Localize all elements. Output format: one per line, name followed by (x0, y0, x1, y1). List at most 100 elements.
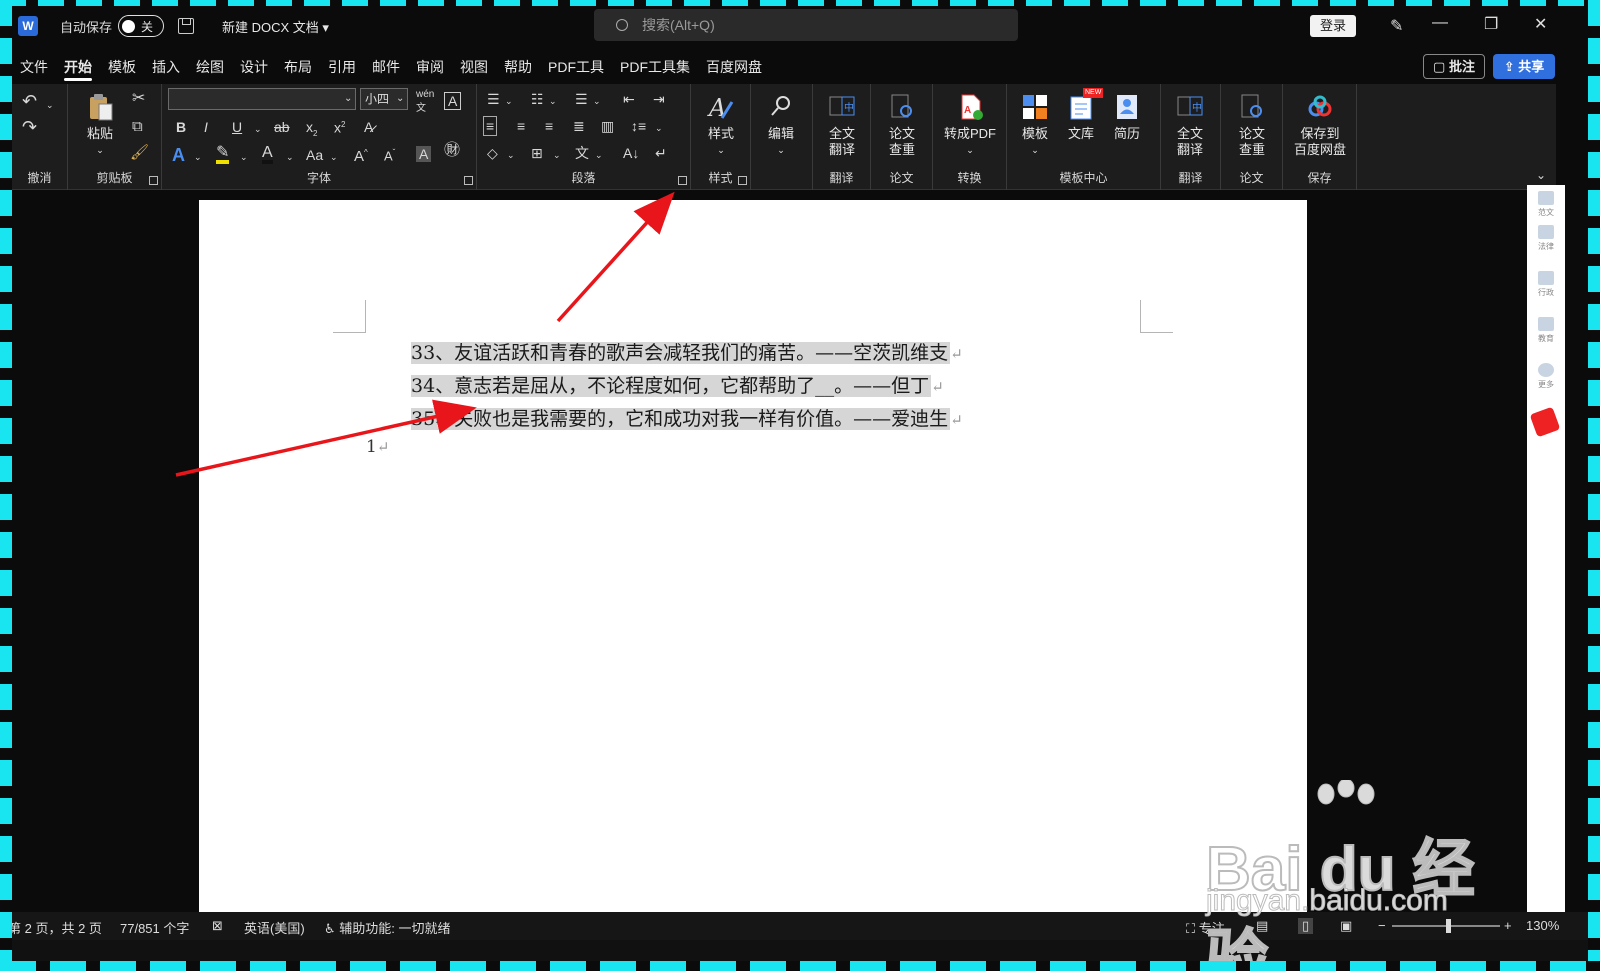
document-page[interactable]: 33、友谊活跃和青春的歌声会减轻我们的痛苦。——空茨凯维支 ↵ 34、意志若是屈从… (199, 200, 1307, 912)
text-effect-icon[interactable]: A (172, 146, 185, 164)
comment-button[interactable]: ▢ 批注 (1423, 54, 1485, 79)
tab-pdf-toolset[interactable]: PDF工具集 (612, 52, 698, 82)
shrink-font-icon[interactable]: Aˇ (384, 146, 395, 163)
full-translate-button[interactable]: 中 全文 翻译 (821, 92, 863, 158)
tab-file[interactable]: 文件 (12, 52, 56, 82)
save-to-baidu-button[interactable]: 保存到 百度网盘 (1287, 92, 1353, 158)
multilevel-list-icon[interactable]: ☰ (575, 92, 588, 106)
paper-check-button[interactable]: 论文 查重 (881, 92, 923, 158)
word-count[interactable]: 77/851 个字 (120, 918, 189, 937)
document-title[interactable]: 新建 DOCX 文档 ▾ (222, 17, 329, 36)
chevron-down-icon[interactable]: ⌄ (396, 92, 404, 106)
chevron-down-icon[interactable]: ⌄ (595, 148, 603, 162)
chevron-down-icon[interactable]: ⌄ (553, 148, 561, 162)
highlight-icon[interactable]: ✎ (216, 145, 230, 164)
clear-format-icon[interactable]: A̷ (364, 120, 373, 134)
edit-button[interactable]: 编辑 ⌄ (761, 92, 801, 158)
proofing-icon[interactable]: ⊠ (212, 918, 223, 934)
phonetic-guide-icon[interactable]: wén 文 (416, 88, 434, 116)
align-left-icon[interactable]: ≡ (483, 116, 498, 136)
decrease-indent-icon[interactable]: ⇤ (623, 92, 635, 106)
format-painter-icon[interactable]: 🖌 (130, 145, 149, 160)
font-name-select[interactable] (168, 88, 356, 110)
change-case-icon[interactable]: Aa (306, 148, 323, 162)
text-line-33[interactable]: 33、友谊活跃和青春的歌声会减轻我们的痛苦。——空茨凯维支 ↵ (411, 337, 963, 370)
bullets-icon[interactable]: ☰ (487, 92, 500, 106)
redo-icon[interactable]: ↷ (22, 118, 37, 136)
strikethrough-icon[interactable]: ab (274, 120, 290, 134)
chevron-down-icon[interactable]: ⌄ (286, 150, 294, 164)
shading-icon[interactable]: ◇ (487, 146, 498, 160)
text-line-34[interactable]: 34、意志若是屈从，不论程度如何，它都帮助了__。——但丁 ↵ (411, 370, 944, 403)
sidebar-item-education[interactable]: 教育 (1535, 317, 1557, 344)
underline-icon[interactable]: U (232, 120, 242, 134)
text-line-35[interactable]: 35、失败也是我需要的，它和成功对我一样有价值。——爱迪生 ↵ (411, 403, 963, 436)
char-shading-icon[interactable]: A (416, 146, 432, 162)
red-packet-icon[interactable] (1529, 406, 1561, 438)
share-button[interactable]: ⇪ 共享 (1493, 54, 1555, 79)
styles-launcher-icon[interactable] (738, 176, 747, 185)
tab-baidu-netdisk[interactable]: 百度网盘 (698, 52, 770, 82)
restore-icon[interactable]: ❐ (1484, 14, 1498, 34)
increase-indent-icon[interactable]: ⇥ (653, 92, 665, 106)
justify-icon[interactable]: ≣ (573, 119, 585, 133)
tab-layout[interactable]: 布局 (276, 52, 320, 82)
sidebar-item-admin[interactable]: 行政 (1535, 271, 1557, 298)
tab-home[interactable]: 开始 (56, 52, 100, 82)
chevron-down-icon[interactable]: ⌄ (505, 94, 513, 108)
chevron-down-icon[interactable]: ⌄ (194, 150, 202, 164)
styles-button[interactable]: A 样式 ⌄ (701, 92, 741, 158)
chevron-down-icon[interactable]: ⌄ (655, 121, 663, 135)
pen-icon[interactable]: ✎ (1390, 16, 1403, 36)
italic-icon[interactable]: I (204, 120, 208, 134)
subscript-icon[interactable]: x2 (306, 120, 317, 141)
tab-template[interactable]: 模板 (100, 52, 144, 82)
sort-icon[interactable]: A↓ (623, 146, 639, 160)
tab-draw[interactable]: 绘图 (188, 52, 232, 82)
resume-button[interactable]: 简历 (1107, 92, 1147, 142)
chevron-down-icon[interactable]: ⌄ (593, 94, 601, 108)
accessibility-status[interactable]: ♿ 辅助功能: 一切就绪 (324, 918, 451, 937)
full-translate-button-2[interactable]: 中 全文 翻译 (1169, 92, 1211, 158)
tab-references[interactable]: 引用 (320, 52, 364, 82)
paste-button[interactable]: 粘贴 ⌄ (80, 92, 120, 158)
tab-design[interactable]: 设计 (232, 52, 276, 82)
tab-mailings[interactable]: 邮件 (364, 52, 408, 82)
superscript-icon[interactable]: x2 (334, 118, 345, 135)
sidebar-item-law[interactable]: 法律 (1535, 225, 1557, 252)
chevron-down-icon[interactable]: ⌄ (507, 148, 515, 162)
selected-text-33[interactable]: 33、友谊活跃和青春的歌声会减轻我们的痛苦。——空茨凯维支 (411, 342, 951, 364)
sidebar-item-more[interactable]: 更多 (1535, 363, 1557, 390)
tab-view[interactable]: 视图 (452, 52, 496, 82)
font-color-icon[interactable]: A (262, 145, 273, 164)
chevron-down-icon[interactable]: ⌄ (254, 122, 262, 136)
chinese-layout-icon[interactable]: 文 (575, 146, 589, 160)
enclose-char-icon[interactable]: ㊖ (444, 143, 460, 159)
template-button[interactable]: 模板 ⌄ (1015, 92, 1055, 158)
autosave-toggle[interactable]: 关 (118, 15, 165, 37)
clipboard-launcher-icon[interactable] (149, 176, 158, 185)
font-launcher-icon[interactable] (464, 176, 473, 185)
align-center-icon[interactable]: ≡ (517, 119, 525, 133)
language-status[interactable]: 英语(美国) (244, 918, 305, 937)
close-icon[interactable]: ✕ (1534, 14, 1547, 34)
search-input[interactable]: 搜索(Alt+Q) (594, 9, 1018, 41)
line-spacing-icon[interactable]: ↕≡ (631, 119, 646, 133)
to-pdf-button[interactable]: A 转成PDF ⌄ (939, 92, 1001, 158)
copy-icon[interactable]: ⧉ (132, 119, 143, 134)
chevron-down-icon[interactable]: ⌄ (46, 98, 54, 112)
chevron-down-icon[interactable]: ⌄ (549, 94, 557, 108)
distribute-icon[interactable]: ▥ (601, 119, 614, 133)
library-button[interactable]: 文库 NEW (1061, 88, 1104, 142)
chevron-down-icon[interactable]: ⌄ (330, 150, 338, 164)
page-count[interactable]: 第 2 页，共 2 页 (8, 918, 102, 937)
bold-icon[interactable]: B (176, 120, 186, 134)
zoom-level[interactable]: 130% (1526, 918, 1559, 933)
tab-help[interactable]: 帮助 (496, 52, 540, 82)
align-right-icon[interactable]: ≡ (545, 119, 553, 133)
paper-check-button-2[interactable]: 论文 查重 (1231, 92, 1273, 158)
minimize-icon[interactable]: — (1432, 14, 1448, 32)
save-icon[interactable] (178, 18, 195, 34)
chevron-down-icon[interactable]: ⌄ (240, 150, 248, 164)
collapse-ribbon-icon[interactable]: ⌄ (1536, 168, 1546, 182)
